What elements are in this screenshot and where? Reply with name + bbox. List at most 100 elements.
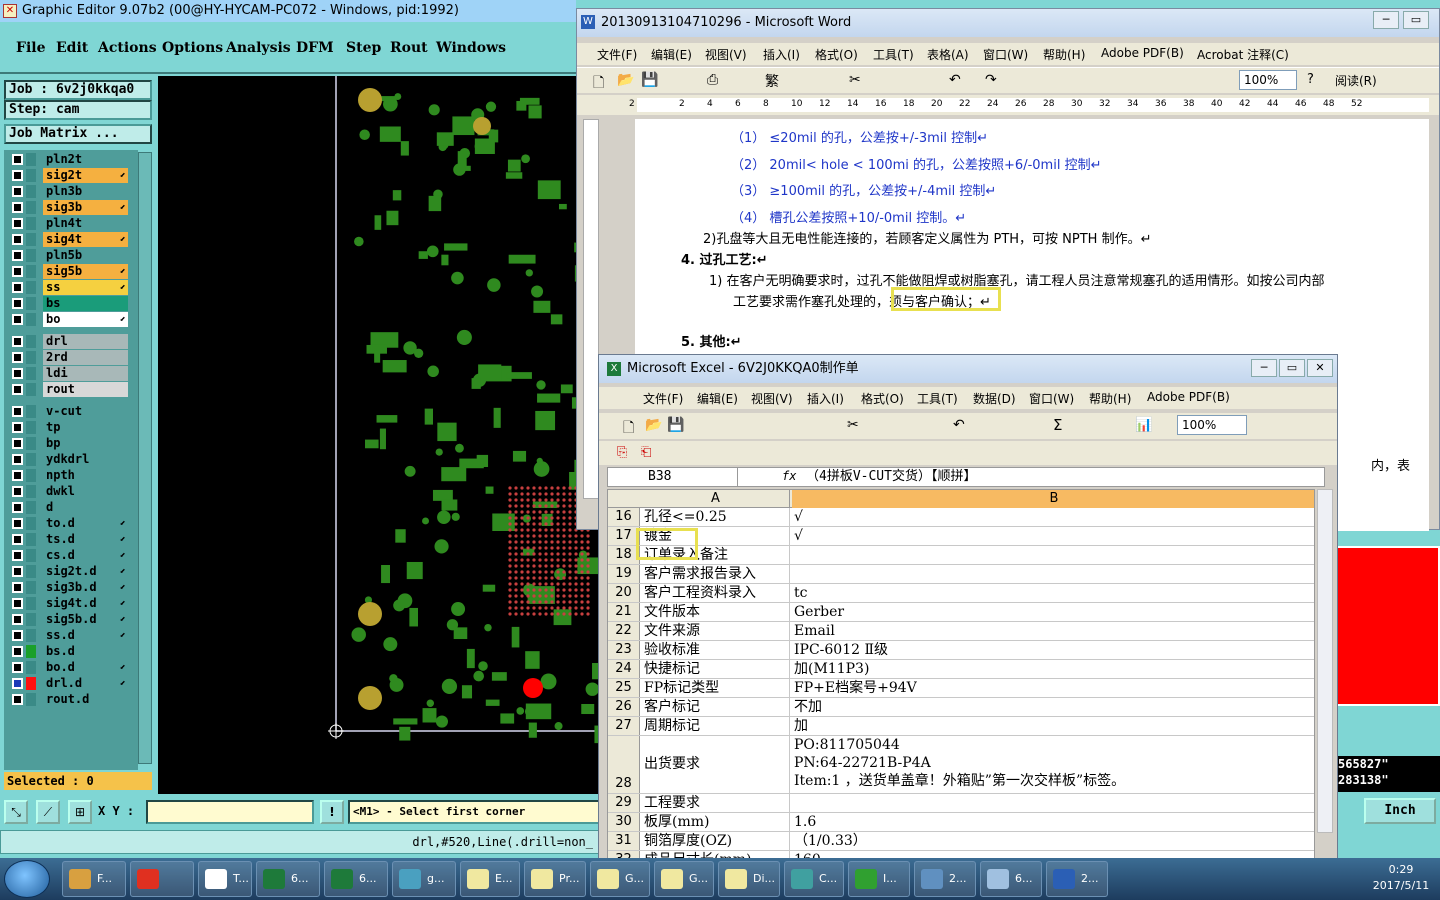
- cell-b[interactable]: 加: [792, 717, 1312, 735]
- menu-options[interactable]: Options: [162, 40, 223, 56]
- layer-checkbox[interactable]: [12, 438, 23, 449]
- taskbar-button[interactable]: I...: [848, 861, 910, 897]
- cut-icon[interactable]: ✂: [849, 72, 861, 88]
- layer-row[interactable]: ldi: [6, 366, 128, 381]
- cell-b[interactable]: FP+E档案号+94V: [792, 679, 1312, 697]
- layer-name[interactable]: npth: [43, 468, 128, 483]
- table-row[interactable]: 18 订单录入备注: [608, 546, 1314, 565]
- cell-a[interactable]: 客户工程资料录入: [642, 584, 790, 602]
- layer-checkbox[interactable]: [12, 582, 23, 593]
- layer-name[interactable]: bs: [43, 296, 128, 311]
- layer-name[interactable]: ss ⬋: [43, 280, 128, 295]
- cell-a[interactable]: 客户标记: [642, 698, 790, 716]
- layer-name[interactable]: sig3b.d ⬋: [43, 580, 128, 595]
- layer-row[interactable]: ts.d ⬋: [6, 532, 128, 547]
- layer-row[interactable]: rout: [6, 382, 128, 397]
- excel-menu-help[interactable]: 帮助(H): [1089, 390, 1131, 407]
- row-number[interactable]: 28: [608, 736, 640, 793]
- word-menu-insert[interactable]: 插入(I): [763, 46, 800, 63]
- layer-row[interactable]: drl: [6, 334, 128, 349]
- layer-name[interactable]: bs.d: [43, 644, 128, 659]
- layer-row[interactable]: sig3b ⬋: [6, 200, 128, 215]
- row-number[interactable]: 21: [608, 603, 640, 621]
- layer-row[interactable]: rout.d: [6, 692, 128, 707]
- grid-icon[interactable]: ⊞: [68, 800, 92, 824]
- taskbar-button[interactable]: G...: [590, 861, 650, 897]
- graphic-canvas[interactable]: [158, 76, 600, 794]
- layer-name[interactable]: bo ⬋: [43, 312, 128, 327]
- layer-checkbox[interactable]: [12, 454, 23, 465]
- layer-checkbox[interactable]: [12, 662, 23, 673]
- layer-row[interactable]: ss ⬋: [6, 280, 128, 295]
- row-number[interactable]: 19: [608, 565, 640, 583]
- layer-checkbox[interactable]: [12, 550, 23, 561]
- open-icon[interactable]: 📂: [617, 72, 634, 88]
- cell-a[interactable]: 文件来源: [642, 622, 790, 640]
- table-row[interactable]: 21 文件版本 Gerber: [608, 603, 1314, 622]
- row-number[interactable]: 26: [608, 698, 640, 716]
- system-clock[interactable]: 0:29 2017/5/11: [1366, 862, 1436, 894]
- zoom-icon[interactable]: ⤡: [4, 800, 28, 824]
- excel-minimize-button[interactable]: ─: [1251, 359, 1277, 377]
- layer-name[interactable]: drl: [43, 334, 128, 349]
- pdf-icon[interactable]: ⎘: [617, 445, 627, 460]
- table-row[interactable]: 28 出货要求 PO:811705044 PN:64-22721B-P4A Item:1…: [608, 736, 1314, 794]
- row-number[interactable]: 30: [608, 813, 640, 831]
- word-zoom-select[interactable]: 100%: [1239, 70, 1297, 90]
- layer-row[interactable]: bp: [6, 436, 128, 451]
- layer-name[interactable]: d: [43, 500, 128, 515]
- cell-b[interactable]: [792, 546, 1312, 564]
- layer-name[interactable]: v-cut: [43, 404, 128, 419]
- layer-row[interactable]: to.d ⬋: [6, 516, 128, 531]
- layer-name[interactable]: pln2t: [43, 152, 128, 167]
- table-row[interactable]: 20 客户工程资料录入 tc: [608, 584, 1314, 603]
- layer-name[interactable]: sig4t ⬋: [43, 232, 128, 247]
- cell-a[interactable]: 文件版本: [642, 603, 790, 621]
- layer-name[interactable]: ydkdrl: [43, 452, 128, 467]
- cell-b[interactable]: 加(M11P3): [792, 660, 1312, 678]
- layer-list-scrollbar[interactable]: [138, 152, 152, 764]
- layer-checkbox[interactable]: [12, 266, 23, 277]
- excel-menu-file[interactable]: 文件(F): [643, 390, 683, 407]
- table-row[interactable]: 24 快捷标记 加(M11P3): [608, 660, 1314, 679]
- layer-name[interactable]: sig3b ⬋: [43, 200, 128, 215]
- layer-name[interactable]: sig2t ⬋: [43, 168, 128, 183]
- cell-a[interactable]: 快捷标记: [642, 660, 790, 678]
- layer-name[interactable]: sig2t.d ⬋: [43, 564, 128, 579]
- layer-row[interactable]: ss.d ⬋: [6, 628, 128, 643]
- menu-step[interactable]: Step: [346, 40, 381, 56]
- layer-row[interactable]: pln2t: [6, 152, 128, 167]
- layer-name[interactable]: tp: [43, 420, 128, 435]
- excel-menu-window[interactable]: 窗口(W): [1029, 390, 1074, 407]
- layer-name[interactable]: 2rd: [43, 350, 128, 365]
- taskbar-button[interactable]: 2...: [1046, 861, 1108, 897]
- layer-checkbox[interactable]: [12, 470, 23, 481]
- layer-name[interactable]: cs.d ⬋: [43, 548, 128, 563]
- taskbar-button[interactable]: g...: [392, 861, 456, 897]
- layer-checkbox[interactable]: [12, 422, 23, 433]
- layer-row[interactable]: sig3b.d ⬋: [6, 580, 128, 595]
- print-icon[interactable]: ⎙: [707, 72, 718, 88]
- layer-name[interactable]: drl.d ⬋: [43, 676, 128, 691]
- word-menu-table[interactable]: 表格(A): [927, 46, 969, 63]
- menu-file[interactable]: File: [16, 40, 45, 56]
- menu-windows[interactable]: Windows: [436, 40, 506, 56]
- cut-icon[interactable]: ✂: [847, 417, 859, 433]
- excel-maximize-button[interactable]: ▭: [1279, 359, 1305, 377]
- layer-row[interactable]: sig5b.d ⬋: [6, 612, 128, 627]
- table-row[interactable]: 27 周期标记加: [608, 717, 1314, 736]
- layer-checkbox[interactable]: [12, 250, 23, 261]
- layer-name[interactable]: pln4t: [43, 216, 128, 231]
- cell-b[interactable]: 1.6: [792, 813, 1312, 831]
- measure-icon[interactable]: ⟋: [36, 800, 60, 824]
- word-menu-help[interactable]: 帮助(H): [1043, 46, 1085, 63]
- layer-checkbox[interactable]: [12, 202, 23, 213]
- column-header-a[interactable]: A: [642, 490, 790, 508]
- row-number[interactable]: 22: [608, 622, 640, 640]
- cell-a[interactable]: 周期标记: [642, 717, 790, 735]
- excel-menu-adobe-pdf[interactable]: Adobe PDF(B): [1147, 390, 1230, 404]
- table-row[interactable]: 25 FP标记类型 FP+E档案号+94V: [608, 679, 1314, 698]
- cell-a[interactable]: 客户需求报告录入: [642, 565, 790, 583]
- start-button[interactable]: [4, 860, 50, 898]
- layer-checkbox[interactable]: [12, 234, 23, 245]
